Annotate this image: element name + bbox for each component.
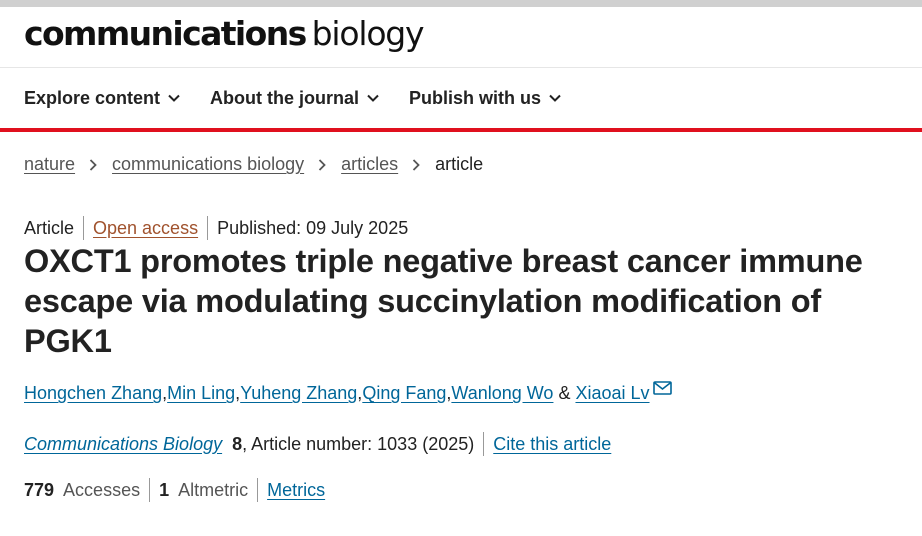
citation-line: Communications Biology 8, Article number…: [24, 432, 611, 456]
volume-number: 8: [232, 433, 243, 454]
meta-divider: [83, 216, 85, 240]
chevron-down-icon: [168, 94, 180, 102]
author-link[interactable]: Xiaoai Lv: [575, 383, 649, 404]
header-divider: [0, 67, 922, 68]
accesses-label: Accesses: [63, 479, 141, 500]
metrics-link[interactable]: Metrics: [267, 480, 325, 501]
breadcrumb-nature[interactable]: nature: [24, 154, 75, 175]
breadcrumb-articles[interactable]: articles: [341, 154, 398, 175]
author-link[interactable]: Hongchen Zhang: [24, 383, 162, 404]
meta-divider: [257, 478, 259, 502]
cite-this-article-link[interactable]: Cite this article: [493, 434, 611, 455]
nav-explore-content[interactable]: Explore content: [24, 88, 180, 109]
article-meta: Article Open access Published: 09 July 2…: [24, 216, 408, 240]
accesses-count: 779: [24, 479, 55, 500]
article-type: Article: [24, 217, 75, 238]
breadcrumb: nature communications biology articles a…: [24, 154, 483, 175]
journal-logo[interactable]: communications biology: [24, 14, 425, 58]
nav-item-label: About the journal: [210, 87, 360, 108]
article-metrics: 779 Accesses 1 Altmetric Metrics: [24, 478, 325, 502]
author-link[interactable]: Min Ling: [167, 383, 235, 404]
chevron-right-icon: [319, 158, 326, 171]
mail-icon[interactable]: [652, 380, 672, 395]
article-title: OXCT1 promotes triple negative breast ca…: [24, 243, 863, 359]
author-separator-last: &: [553, 383, 576, 403]
logo-light-text: biology: [311, 14, 425, 53]
published-date: Published: 09 July 2025: [217, 217, 409, 238]
nav-item-label: Publish with us: [409, 87, 542, 108]
article-number: , Article number: 1033 (2025): [242, 433, 475, 454]
breadcrumb-current: article: [435, 154, 484, 174]
breadcrumb-communications-biology[interactable]: communications biology: [112, 154, 304, 175]
journal-link[interactable]: Communications Biology: [24, 434, 222, 455]
logo-bold-text: communications: [24, 14, 307, 53]
altmetric-count: 1: [159, 479, 170, 500]
header-red-rule: [0, 128, 922, 132]
meta-divider: [149, 478, 151, 502]
author-list: Hongchen Zhang, Min Ling, Yuheng Zhang, …: [24, 380, 672, 404]
chevron-right-icon: [413, 158, 420, 171]
nav-item-label: Explore content: [24, 87, 161, 108]
main-nav: Explore content About the journal Publis…: [24, 84, 591, 112]
meta-divider: [483, 432, 485, 456]
chevron-down-icon: [549, 94, 561, 102]
meta-divider: [207, 216, 209, 240]
top-strip: [0, 0, 922, 7]
nav-about-journal[interactable]: About the journal: [210, 88, 379, 109]
author-link[interactable]: Wanlong Wo: [451, 383, 553, 404]
open-access-link[interactable]: Open access: [93, 218, 198, 239]
author-link[interactable]: Qing Fang: [362, 383, 446, 404]
author-link[interactable]: Yuheng Zhang: [240, 383, 357, 404]
chevron-right-icon: [89, 158, 97, 171]
nav-publish-with-us[interactable]: Publish with us: [409, 88, 561, 109]
altmetric-label: Altmetric: [178, 479, 249, 500]
chevron-down-icon: [367, 94, 379, 102]
